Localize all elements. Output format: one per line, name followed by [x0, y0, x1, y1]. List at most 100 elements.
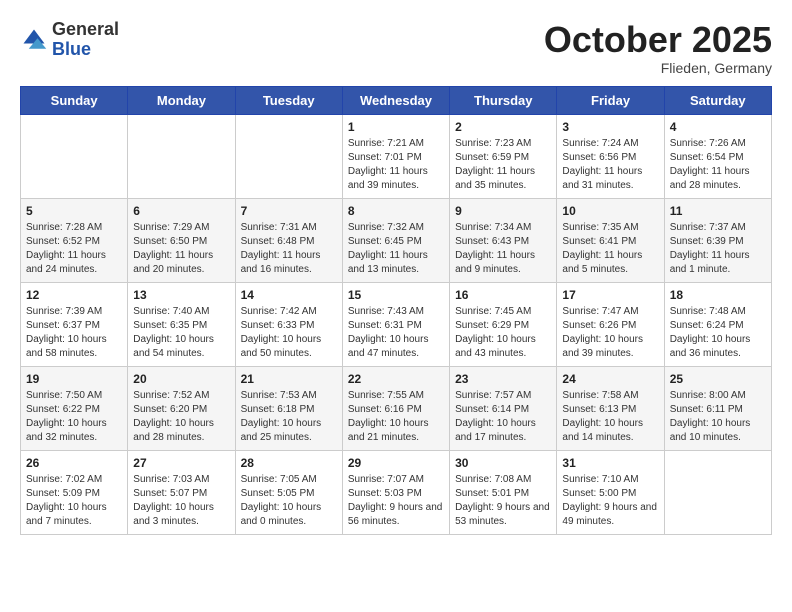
day-header-saturday: Saturday	[664, 86, 771, 114]
day-number: 24	[562, 372, 658, 386]
day-number: 21	[241, 372, 337, 386]
day-number: 29	[348, 456, 444, 470]
day-info: Sunrise: 7:57 AM Sunset: 6:14 PM Dayligh…	[455, 389, 551, 445]
logo-icon	[20, 26, 48, 54]
calendar-cell: 4Sunrise: 7:26 AM Sunset: 6:54 PM Daylig…	[664, 114, 771, 198]
calendar-cell: 3Sunrise: 7:24 AM Sunset: 6:56 PM Daylig…	[557, 114, 664, 198]
day-info: Sunrise: 7:07 AM Sunset: 5:03 PM Dayligh…	[348, 473, 444, 529]
logo-blue-text: Blue	[52, 39, 91, 59]
day-header-sunday: Sunday	[21, 86, 128, 114]
day-info: Sunrise: 7:21 AM Sunset: 7:01 PM Dayligh…	[348, 137, 444, 193]
day-info: Sunrise: 7:53 AM Sunset: 6:18 PM Dayligh…	[241, 389, 337, 445]
day-info: Sunrise: 7:10 AM Sunset: 5:00 PM Dayligh…	[562, 473, 658, 529]
calendar-cell: 18Sunrise: 7:48 AM Sunset: 6:24 PM Dayli…	[664, 282, 771, 366]
day-info: Sunrise: 7:08 AM Sunset: 5:01 PM Dayligh…	[455, 473, 551, 529]
calendar-cell: 17 Sunrise: 7:47 AM Sunset: 6:26 PM Dayli…	[557, 282, 664, 366]
day-number: 16	[455, 288, 551, 302]
day-info: Sunrise: 7:35 AM Sunset: 6:41 PM Dayligh…	[562, 221, 658, 277]
day-number: 15	[348, 288, 444, 302]
day-number: 23	[455, 372, 551, 386]
day-info: Sunrise: 7:47 AM Sunset: 6:26 PM Dayligh…	[562, 305, 658, 361]
calendar-cell	[235, 114, 342, 198]
day-info: Sunrise: 8:00 AM Sunset: 6:11 PM Dayligh…	[670, 389, 766, 445]
day-number: 27	[133, 456, 229, 470]
day-info: Sunrise: 7:03 AM Sunset: 5:07 PM Dayligh…	[133, 473, 229, 529]
day-number: 1	[348, 120, 444, 134]
day-header-wednesday: Wednesday	[342, 86, 449, 114]
day-number: 19	[26, 372, 122, 386]
calendar-cell: 16 Sunrise: 7:45 AM Sunset: 6:29 PM Dayli…	[450, 282, 557, 366]
calendar-cell: 2 Sunrise: 7:23 AM Sunset: 6:59 PM Daylig…	[450, 114, 557, 198]
logo-general-text: General	[52, 19, 119, 39]
calendar-cell: 12 Sunrise: 7:39 AM Sunset: 6:37 PM Dayli…	[21, 282, 128, 366]
week-row-2: 5 Sunrise: 7:28 AM Sunset: 6:52 PM Daylig…	[21, 198, 772, 282]
day-info: Sunrise: 7:32 AM Sunset: 6:45 PM Dayligh…	[348, 221, 444, 277]
calendar-cell: 11Sunrise: 7:37 AM Sunset: 6:39 PM Dayli…	[664, 198, 771, 282]
day-number: 13	[133, 288, 229, 302]
day-info: Sunrise: 7:45 AM Sunset: 6:29 PM Dayligh…	[455, 305, 551, 361]
day-info: Sunrise: 7:40 AM Sunset: 6:35 PM Dayligh…	[133, 305, 229, 361]
day-number: 17	[562, 288, 658, 302]
day-number: 4	[670, 120, 766, 134]
calendar-cell: 20 Sunrise: 7:52 AM Sunset: 6:20 PM Dayli…	[128, 366, 235, 450]
day-info: Sunrise: 7:48 AM Sunset: 6:24 PM Dayligh…	[670, 305, 766, 361]
calendar-cell: 29 Sunrise: 7:07 AM Sunset: 5:03 PM Dayli…	[342, 450, 449, 534]
calendar-cell: 21 Sunrise: 7:53 AM Sunset: 6:18 PM Dayli…	[235, 366, 342, 450]
week-row-3: 12 Sunrise: 7:39 AM Sunset: 6:37 PM Dayli…	[21, 282, 772, 366]
title-block: October 2025 Flieden, Germany	[544, 20, 772, 76]
day-info: Sunrise: 7:05 AM Sunset: 5:05 PM Dayligh…	[241, 473, 337, 529]
week-row-1: 1 Sunrise: 7:21 AM Sunset: 7:01 PM Daylig…	[21, 114, 772, 198]
day-info: Sunrise: 7:52 AM Sunset: 6:20 PM Dayligh…	[133, 389, 229, 445]
day-number: 25	[670, 372, 766, 386]
calendar-cell: 19 Sunrise: 7:50 AM Sunset: 6:22 PM Dayli…	[21, 366, 128, 450]
calendar-cell: 14Sunrise: 7:42 AM Sunset: 6:33 PM Dayli…	[235, 282, 342, 366]
day-info: Sunrise: 7:43 AM Sunset: 6:31 PM Dayligh…	[348, 305, 444, 361]
day-info: Sunrise: 7:50 AM Sunset: 6:22 PM Dayligh…	[26, 389, 122, 445]
week-row-4: 19 Sunrise: 7:50 AM Sunset: 6:22 PM Dayli…	[21, 366, 772, 450]
day-info: Sunrise: 7:31 AM Sunset: 6:48 PM Dayligh…	[241, 221, 337, 277]
day-number: 20	[133, 372, 229, 386]
day-header-thursday: Thursday	[450, 86, 557, 114]
calendar-cell: 24 Sunrise: 7:58 AM Sunset: 6:13 PM Dayli…	[557, 366, 664, 450]
calendar-header: SundayMondayTuesdayWednesdayThursdayFrid…	[21, 86, 772, 114]
day-header-monday: Monday	[128, 86, 235, 114]
day-info: Sunrise: 7:02 AM Sunset: 5:09 PM Dayligh…	[26, 473, 122, 529]
day-info: Sunrise: 7:23 AM Sunset: 6:59 PM Dayligh…	[455, 137, 551, 193]
day-number: 2	[455, 120, 551, 134]
logo-text: General Blue	[52, 20, 119, 60]
day-number: 31	[562, 456, 658, 470]
calendar-cell: 30Sunrise: 7:08 AM Sunset: 5:01 PM Dayli…	[450, 450, 557, 534]
logo: General Blue	[20, 20, 119, 60]
day-number: 6	[133, 204, 229, 218]
day-info: Sunrise: 7:39 AM Sunset: 6:37 PM Dayligh…	[26, 305, 122, 361]
calendar-cell: 9Sunrise: 7:34 AM Sunset: 6:43 PM Daylig…	[450, 198, 557, 282]
day-info: Sunrise: 7:55 AM Sunset: 6:16 PM Dayligh…	[348, 389, 444, 445]
day-number: 8	[348, 204, 444, 218]
day-number: 5	[26, 204, 122, 218]
day-number: 10	[562, 204, 658, 218]
calendar-cell	[21, 114, 128, 198]
day-info: Sunrise: 7:29 AM Sunset: 6:50 PM Dayligh…	[133, 221, 229, 277]
month-title: October 2025	[544, 20, 772, 60]
page-header: General Blue October 2025 Flieden, Germa…	[20, 20, 772, 76]
calendar-cell: 28Sunrise: 7:05 AM Sunset: 5:05 PM Dayli…	[235, 450, 342, 534]
calendar-cell: 10 Sunrise: 7:35 AM Sunset: 6:41 PM Dayli…	[557, 198, 664, 282]
calendar-cell: 27 Sunrise: 7:03 AM Sunset: 5:07 PM Dayli…	[128, 450, 235, 534]
day-info: Sunrise: 7:58 AM Sunset: 6:13 PM Dayligh…	[562, 389, 658, 445]
day-number: 12	[26, 288, 122, 302]
day-info: Sunrise: 7:42 AM Sunset: 6:33 PM Dayligh…	[241, 305, 337, 361]
calendar-body: 1 Sunrise: 7:21 AM Sunset: 7:01 PM Daylig…	[21, 114, 772, 534]
day-number: 26	[26, 456, 122, 470]
day-number: 3	[562, 120, 658, 134]
calendar-cell: 7Sunrise: 7:31 AM Sunset: 6:48 PM Daylig…	[235, 198, 342, 282]
day-number: 9	[455, 204, 551, 218]
calendar-cell: 13 Sunrise: 7:40 AM Sunset: 6:35 PM Dayli…	[128, 282, 235, 366]
day-header-friday: Friday	[557, 86, 664, 114]
days-of-week-row: SundayMondayTuesdayWednesdayThursdayFrid…	[21, 86, 772, 114]
day-info: Sunrise: 7:28 AM Sunset: 6:52 PM Dayligh…	[26, 221, 122, 277]
calendar-cell: 5 Sunrise: 7:28 AM Sunset: 6:52 PM Daylig…	[21, 198, 128, 282]
day-number: 11	[670, 204, 766, 218]
calendar-cell: 15 Sunrise: 7:43 AM Sunset: 6:31 PM Dayli…	[342, 282, 449, 366]
calendar-table: SundayMondayTuesdayWednesdayThursdayFrid…	[20, 86, 772, 535]
calendar-cell: 8 Sunrise: 7:32 AM Sunset: 6:45 PM Daylig…	[342, 198, 449, 282]
